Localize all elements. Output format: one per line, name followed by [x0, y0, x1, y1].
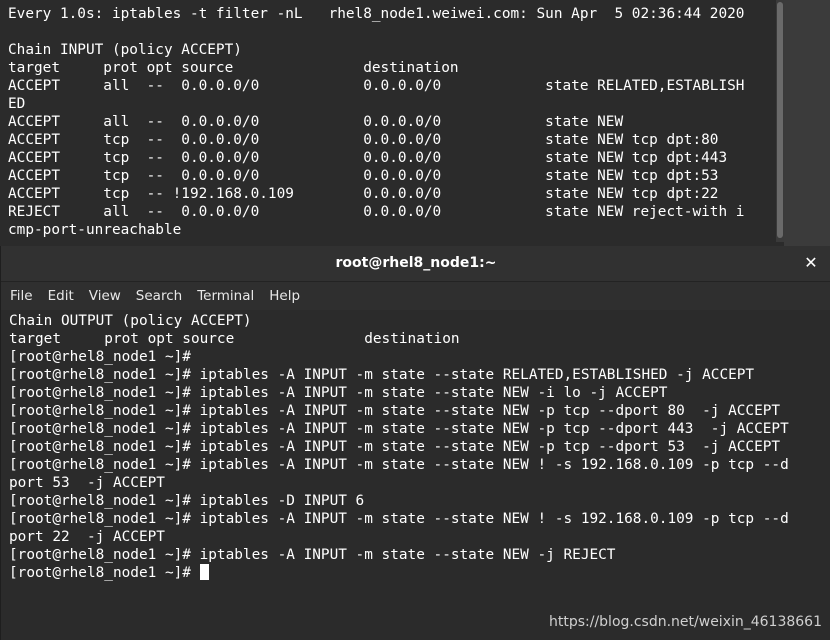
- menu-file[interactable]: File: [4, 288, 39, 304]
- terminal-window: root@rhel8_node1:~ ✕ File Edit View Sear…: [0, 246, 830, 640]
- terminal-line: [root@rhel8_node1 ~]# iptables -A INPUT …: [9, 385, 668, 401]
- terminal-line: [root@rhel8_node1 ~]# iptables -A INPUT …: [9, 457, 789, 473]
- close-icon[interactable]: ✕: [801, 252, 821, 274]
- terminal-line: Every 1.0s: iptables -t filter -nL rhel8…: [8, 6, 745, 22]
- terminal-line: Chain OUTPUT (policy ACCEPT): [9, 313, 252, 329]
- top-terminal-scrollbar[interactable]: [776, 0, 784, 242]
- menu-edit[interactable]: Edit: [42, 288, 80, 304]
- terminal-line: [root@rhel8_node1 ~]# iptables -A INPUT …: [9, 421, 789, 437]
- menu-help[interactable]: Help: [263, 288, 306, 304]
- terminal-line: [root@rhel8_node1 ~]# iptables -A INPUT …: [9, 403, 781, 419]
- window-title: root@rhel8_node1:~: [335, 255, 497, 271]
- terminal-line: target prot opt source destination: [8, 60, 459, 76]
- prompt-text: [root@rhel8_node1 ~]#: [9, 565, 200, 581]
- top-terminal-scroll-thumb[interactable]: [777, 2, 783, 238]
- terminal-line: ACCEPT tcp -- !192.168.0.109 0.0.0.0/0 s…: [8, 186, 719, 202]
- terminal-line: [root@rhel8_node1 ~]# iptables -A INPUT …: [9, 511, 789, 527]
- text-cursor: [199, 564, 209, 580]
- terminal-line: cmp-port-unreachable: [8, 222, 182, 238]
- terminal-line: [root@rhel8_node1 ~]# iptables -A INPUT …: [9, 367, 755, 383]
- terminal-line: [root@rhel8_node1 ~]# iptables -D INPUT …: [9, 493, 365, 509]
- watermark: https://blog.csdn.net/weixin_46138661: [548, 614, 822, 630]
- terminal-line: ED: [8, 96, 26, 112]
- terminal-line: [root@rhel8_node1 ~]# iptables -A INPUT …: [9, 547, 616, 563]
- terminal-line: REJECT all -- 0.0.0.0/0 0.0.0.0/0 state …: [8, 204, 745, 220]
- terminal-line: port 22 -j ACCEPT: [9, 529, 165, 545]
- menubar: File Edit View Search Terminal Help: [1, 282, 830, 310]
- menu-search[interactable]: Search: [130, 288, 188, 304]
- terminal-line: ACCEPT tcp -- 0.0.0.0/0 0.0.0.0/0 state …: [8, 150, 728, 166]
- terminal-line: ACCEPT all -- 0.0.0.0/0 0.0.0.0/0 state …: [8, 78, 745, 94]
- terminal-line: [root@rhel8_node1 ~]# iptables -A INPUT …: [9, 439, 781, 455]
- terminal-line: port 53 -j ACCEPT: [9, 475, 165, 491]
- terminal-line: ACCEPT tcp -- 0.0.0.0/0 0.0.0.0/0 state …: [8, 132, 719, 148]
- shell-terminal[interactable]: Chain OUTPUT (policy ACCEPT) target prot …: [1, 310, 830, 640]
- terminal-line: target prot opt source destination: [9, 331, 460, 347]
- watch-output-terminal[interactable]: Every 1.0s: iptables -t filter -nL rhel8…: [0, 0, 776, 246]
- terminal-line: Chain INPUT (policy ACCEPT): [8, 42, 242, 58]
- prompt-line[interactable]: [root@rhel8_node1 ~]#: [9, 564, 830, 582]
- window-titlebar[interactable]: root@rhel8_node1:~ ✕: [1, 246, 830, 282]
- terminal-line: ACCEPT all -- 0.0.0.0/0 0.0.0.0/0 state …: [8, 114, 624, 130]
- menu-terminal[interactable]: Terminal: [191, 288, 260, 304]
- terminal-line: ACCEPT tcp -- 0.0.0.0/0 0.0.0.0/0 state …: [8, 168, 719, 184]
- terminal-line: [root@rhel8_node1 ~]#: [9, 349, 191, 365]
- menu-view[interactable]: View: [83, 288, 127, 304]
- background-strip: [784, 0, 830, 246]
